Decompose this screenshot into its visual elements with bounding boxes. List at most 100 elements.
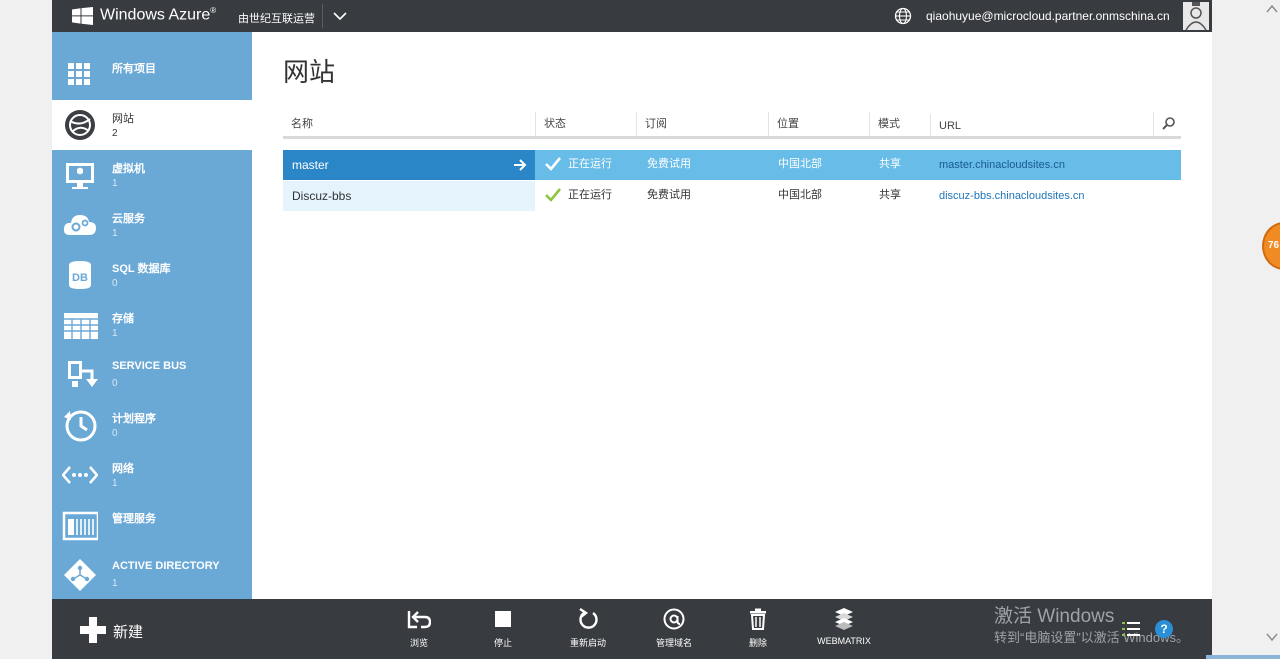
help-button[interactable]: ? xyxy=(1155,620,1173,638)
service-bus-icon xyxy=(68,361,98,387)
scrollbar[interactable] xyxy=(1264,0,1280,659)
at-sign-icon xyxy=(663,608,685,630)
plus-icon xyxy=(80,617,106,643)
avatar[interactable] xyxy=(1183,2,1209,30)
table-header: 名称 状态 订阅 位置 模式 URL xyxy=(283,112,1181,138)
command-label: 删除 xyxy=(748,638,767,648)
column-header-name[interactable]: 名称 xyxy=(283,112,535,136)
url-link[interactable]: master.chinacloudsites.cn xyxy=(939,151,1065,181)
sidebar-item-scheduler[interactable]: 计划程序 0 xyxy=(52,400,252,450)
user-email[interactable]: qiaohuyue@microcloud.partner.onmschina.c… xyxy=(926,9,1170,23)
manage-domains-button[interactable]: 管理域名 xyxy=(644,607,704,653)
sidebar-item-virtual-machines[interactable]: 虚拟机 1 xyxy=(52,150,252,200)
new-button-label: 新建 xyxy=(113,624,144,641)
sidebar-item-count: 1 xyxy=(112,478,118,489)
website-name[interactable]: Discuz-bbs xyxy=(283,181,535,211)
scroll-down-icon[interactable] xyxy=(1266,632,1278,642)
command-label: 停止 xyxy=(493,638,512,648)
sidebar-item-count: 0 xyxy=(112,428,118,439)
sidebar-item-label: 管理服务 xyxy=(112,513,156,525)
monitor-icon xyxy=(66,163,94,189)
divider xyxy=(322,4,323,28)
stop-icon xyxy=(495,611,511,627)
cloud-gear-icon xyxy=(63,215,96,235)
sidebar-item-label: 虚拟机 xyxy=(112,163,145,175)
windows-logo-icon[interactable] xyxy=(72,7,93,25)
sidebar-item-sql-database[interactable]: DB SQL 数据库 0 xyxy=(52,250,252,300)
webmatrix-button[interactable]: WEBMATRIX xyxy=(814,607,874,653)
sidebar-item-label: SQL 数据库 xyxy=(112,263,171,275)
table-row[interactable]: Discuz-bbs 正在运行 免费试用 中国北部 共享 discuz-bbs.… xyxy=(283,181,1181,211)
arrow-right-icon[interactable] xyxy=(513,158,527,172)
command-bar: 新建 浏览 停止 重新启动 管理域名 删除 WEBMATRIX 激活 Windo… xyxy=(52,599,1212,659)
operator-label: 由世纪互联运营 xyxy=(238,13,315,25)
table-row[interactable]: master 正在运行 免费试用 中国北部 共享 master.chinaclo… xyxy=(283,150,1181,180)
sidebar-item-active-directory[interactable]: ACTIVE DIRECTORY 1 xyxy=(52,550,252,600)
network-icon xyxy=(62,466,98,484)
sidebar-item-label: ACTIVE DIRECTORY xyxy=(112,560,220,572)
list-icon[interactable] xyxy=(1122,621,1140,637)
column-header-status[interactable]: 状态 xyxy=(535,112,636,136)
sidebar-item-count: 1 xyxy=(112,228,118,239)
chevron-down-icon[interactable] xyxy=(332,8,348,24)
sidebar-item-count: 2 xyxy=(112,128,118,139)
sidebar-item-networks[interactable]: 网络 1 xyxy=(52,450,252,500)
sidebar-item-label: 网络 xyxy=(112,463,134,475)
sidebar-item-label: 云服务 xyxy=(112,213,145,225)
stop-button[interactable]: 停止 xyxy=(473,607,533,653)
sidebar-item-count: 0 xyxy=(112,378,118,389)
sidebar: 所有项目 网站 2 虚拟机 1 云服务 1 DB SQL 数据库 0 存储 1 … xyxy=(52,32,252,599)
subscription-text: 免费试用 xyxy=(647,189,691,201)
trash-icon xyxy=(750,608,766,630)
checkmark-icon xyxy=(545,188,561,202)
sidebar-item-count: 1 xyxy=(112,578,118,589)
scroll-up-icon[interactable] xyxy=(1266,4,1278,14)
azure-portal-window: Windows Azure® 由世纪互联运营 qiaohuyue@microcl… xyxy=(52,0,1212,659)
top-bar: Windows Azure® 由世纪互联运营 qiaohuyue@microcl… xyxy=(52,0,1212,32)
sidebar-item-websites[interactable]: 网站 2 xyxy=(52,100,252,150)
sidebar-item-cloud-services[interactable]: 云服务 1 xyxy=(52,200,252,250)
status-text: 正在运行 xyxy=(568,189,612,201)
sidebar-item-label: 网站 xyxy=(112,113,134,125)
sidebar-item-label: 计划程序 xyxy=(112,413,156,425)
website-name[interactable]: master xyxy=(283,150,535,180)
sidebar-item-all-items[interactable]: 所有项目 xyxy=(52,50,252,100)
mode-text: 共享 xyxy=(879,158,901,170)
sidebar-item-count: 1 xyxy=(112,328,118,339)
location-text: 中国北部 xyxy=(778,158,822,170)
clock-icon xyxy=(64,410,97,442)
sidebar-item-management-services[interactable]: 管理服务 xyxy=(52,500,252,550)
restart-button[interactable]: 重新启动 xyxy=(558,607,618,653)
sidebar-item-label: SERVICE BUS xyxy=(112,360,187,372)
sidebar-item-storage[interactable]: 存储 1 xyxy=(52,300,252,350)
brand-title[interactable]: Windows Azure® xyxy=(100,6,216,24)
column-header-mode[interactable]: 模式 xyxy=(869,112,930,136)
column-header-subscription[interactable]: 订阅 xyxy=(636,112,768,136)
mode-text: 共享 xyxy=(879,189,901,201)
webmatrix-icon xyxy=(835,608,853,630)
directory-icon xyxy=(64,559,96,591)
command-label: 重新启动 xyxy=(569,638,606,648)
taskbar-edge xyxy=(1206,655,1280,659)
activation-watermark-title: 激活 Windows xyxy=(994,606,1115,627)
command-label: 浏览 xyxy=(409,638,428,648)
header-divider xyxy=(283,136,1181,139)
search-icon[interactable] xyxy=(1153,112,1182,136)
sidebar-item-count: 1 xyxy=(112,178,118,189)
database-icon: DB xyxy=(69,261,91,289)
browse-icon xyxy=(407,611,431,629)
sidebar-item-label: 所有项目 xyxy=(112,63,156,75)
delete-button[interactable]: 删除 xyxy=(728,607,788,653)
storage-table-icon xyxy=(64,313,98,339)
globe-icon[interactable] xyxy=(894,7,912,25)
website-icon xyxy=(65,110,95,140)
location-text: 中国北部 xyxy=(778,189,822,201)
column-header-url[interactable]: URL xyxy=(930,114,1153,138)
url-link[interactable]: discuz-bbs.chinacloudsites.cn xyxy=(939,182,1085,212)
browse-button[interactable]: 浏览 xyxy=(389,607,449,653)
sidebar-item-service-bus[interactable]: SERVICE BUS 0 xyxy=(52,350,252,400)
main-content: 网站 名称 状态 订阅 位置 模式 URL master 正在运行 免费试用 中… xyxy=(252,32,1212,599)
column-header-location[interactable]: 位置 xyxy=(768,112,869,136)
subscription-text: 免费试用 xyxy=(647,158,691,170)
command-label: 管理域名 xyxy=(655,638,692,648)
